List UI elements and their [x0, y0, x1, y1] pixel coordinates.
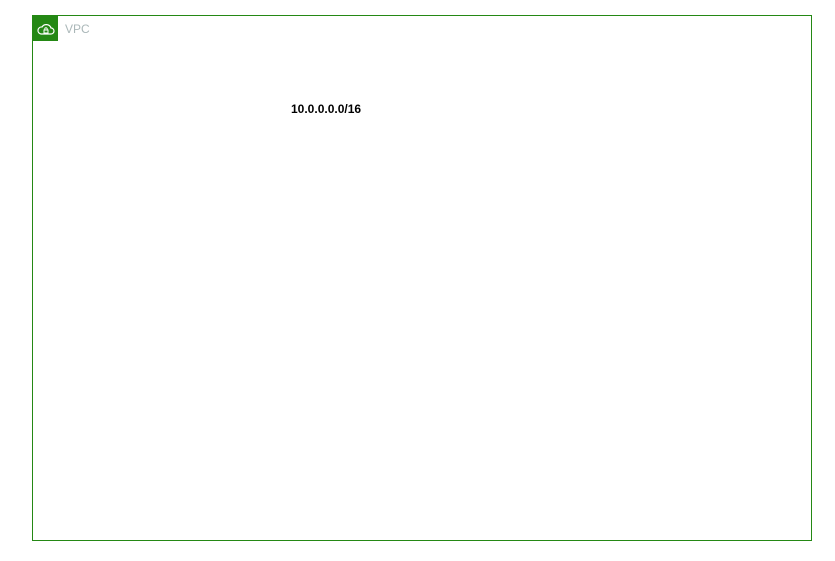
vpc-label: VPC — [65, 22, 90, 36]
vpc-group[interactable]: VPC 10.0.0.0.0/16 — [32, 15, 812, 541]
vpc-cidr: 10.0.0.0.0/16 — [291, 102, 362, 116]
cloud-lock-icon — [33, 16, 58, 41]
